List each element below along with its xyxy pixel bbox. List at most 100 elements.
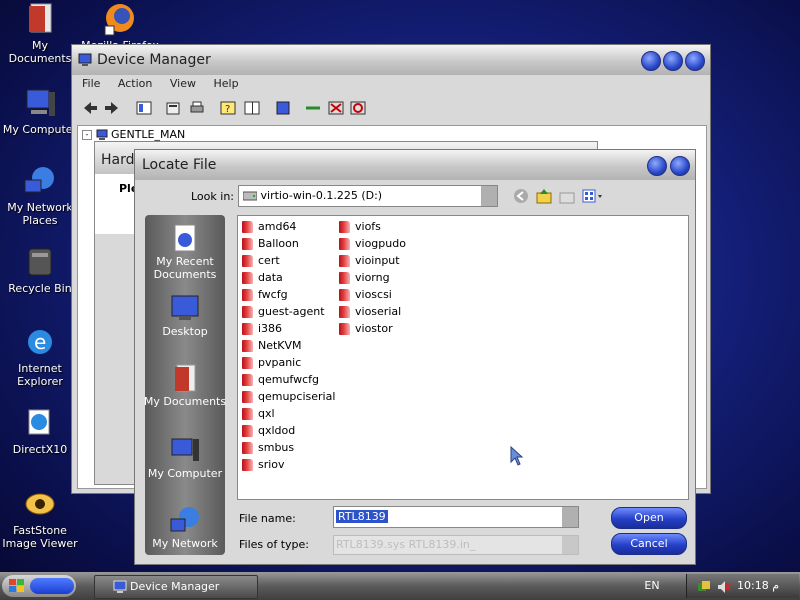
folder-label: i386: [258, 322, 283, 335]
folder-item[interactable]: qemupciserial: [242, 388, 335, 405]
folder-item[interactable]: sriov: [242, 456, 335, 473]
desktop-icon-recycle-bin[interactable]: Recycle Bin: [0, 245, 80, 295]
language-indicator[interactable]: EN: [637, 576, 667, 596]
folder-icon: [242, 289, 253, 301]
open-button[interactable]: Open: [611, 507, 687, 529]
folder-item[interactable]: smbus: [242, 439, 335, 456]
folder-icon: [339, 323, 350, 335]
folder-item[interactable]: Balloon: [242, 235, 335, 252]
menu-file[interactable]: File: [82, 77, 100, 90]
folder-item[interactable]: viogpudo: [339, 235, 406, 252]
desktop-icon-network-places[interactable]: My Network Places: [0, 164, 80, 227]
locate-file-titlebar[interactable]: Locate File: [135, 150, 695, 180]
chevron-down-icon[interactable]: [562, 507, 578, 527]
place-desktop[interactable]: Desktop: [135, 293, 235, 338]
volume-muted-icon[interactable]: [717, 580, 731, 594]
mouse-cursor-icon: [510, 446, 524, 466]
network-tray-icon[interactable]: [697, 580, 711, 594]
folder-icon: [242, 425, 253, 437]
desktop-icon-my-documents[interactable]: My Documents: [0, 2, 80, 65]
my-documents-icon: [169, 363, 201, 393]
desktop-icon-internet-explorer[interactable]: e Internet Explorer: [0, 325, 80, 388]
collapse-icon[interactable]: -: [82, 130, 92, 140]
desktop-icon-directx10[interactable]: DirectX10: [0, 406, 80, 456]
folder-label: NetKVM: [258, 339, 302, 352]
desktop-icon-my-computer[interactable]: My Computer: [0, 86, 80, 136]
faststone-icon: [23, 487, 57, 521]
folder-item[interactable]: NetKVM: [242, 337, 335, 354]
folder-item[interactable]: pvpanic: [242, 354, 335, 371]
desktop-icon-faststone[interactable]: FastStone Image Viewer: [0, 487, 80, 550]
start-button[interactable]: [2, 575, 76, 597]
look-in-value: virtio-win-0.1.225 (D:): [260, 189, 383, 202]
folder-label: vioscsi: [355, 288, 392, 301]
folder-item[interactable]: qxl: [242, 405, 335, 422]
folder-label: vioinput: [355, 254, 400, 267]
properties-icon[interactable]: [166, 101, 182, 115]
look-in-label: Look in:: [191, 190, 234, 203]
folder-item[interactable]: viorng: [339, 269, 406, 286]
folder-item[interactable]: viostor: [339, 320, 406, 337]
place-my-network[interactable]: My Network: [135, 505, 235, 550]
folder-icon: [242, 408, 253, 420]
folder-item[interactable]: vioserial: [339, 303, 406, 320]
folder-label: data: [258, 271, 283, 284]
folder-item[interactable]: amd64: [242, 218, 335, 235]
menu-action[interactable]: Action: [118, 77, 152, 90]
folder-item[interactable]: qxldod: [242, 422, 335, 439]
folder-item[interactable]: viofs: [339, 218, 406, 235]
disable-device-icon[interactable]: [350, 101, 366, 115]
view-icon[interactable]: [244, 101, 260, 115]
file-name-input[interactable]: RTL8139: [333, 506, 579, 528]
taskbar: Device Manager EN 10:18 م: [0, 572, 800, 600]
cancel-button[interactable]: Cancel: [611, 533, 687, 555]
folder-item[interactable]: i386: [242, 320, 335, 337]
back-arrow-icon[interactable]: [82, 101, 98, 115]
folder-item[interactable]: vioscsi: [339, 286, 406, 303]
place-my-documents[interactable]: My Documents: [135, 363, 235, 408]
chevron-down-icon[interactable]: [481, 186, 497, 206]
uninstall-icon[interactable]: [328, 101, 344, 115]
folder-item[interactable]: data: [242, 269, 335, 286]
menu-help[interactable]: Help: [213, 77, 238, 90]
back-icon[interactable]: [513, 188, 529, 204]
close-button[interactable]: [685, 51, 705, 71]
folder-icon: [242, 391, 253, 403]
taskbar-item-device-manager[interactable]: Device Manager: [94, 575, 258, 599]
firefox-icon: [103, 2, 137, 36]
computer-icon: [23, 86, 57, 120]
tree-node-root[interactable]: - GENTLE_MAN: [82, 128, 185, 141]
place-my-computer[interactable]: My Computer: [135, 435, 235, 480]
desktop-icon-label: My Documents: [8, 39, 72, 65]
chevron-down-icon: [562, 536, 578, 554]
print-icon[interactable]: [189, 101, 205, 115]
help-icon[interactable]: ?: [220, 101, 236, 115]
folder-item[interactable]: qemufwcfg: [242, 371, 335, 388]
place-recent-documents[interactable]: My Recent Documents: [135, 223, 235, 281]
folder-item[interactable]: fwcfg: [242, 286, 335, 303]
menu-view[interactable]: View: [170, 77, 196, 90]
show-hide-tree-icon[interactable]: [136, 101, 152, 115]
folder-item[interactable]: guest-agent: [242, 303, 335, 320]
scan-hardware-icon[interactable]: [275, 101, 291, 115]
folder-item[interactable]: vioinput: [339, 252, 406, 269]
update-driver-icon[interactable]: [305, 101, 321, 115]
new-folder-icon[interactable]: [559, 188, 575, 204]
desktop-icon: [169, 293, 201, 323]
help-button[interactable]: [647, 156, 667, 176]
folder-label: qemufwcfg: [258, 373, 320, 386]
look-in-dropdown[interactable]: virtio-win-0.1.225 (D:): [238, 185, 498, 207]
minimize-button[interactable]: [641, 51, 661, 71]
forward-arrow-icon[interactable]: [104, 101, 120, 115]
folder-item[interactable]: cert: [242, 252, 335, 269]
maximize-button[interactable]: [663, 51, 683, 71]
up-folder-icon[interactable]: [536, 188, 552, 204]
folder-icon: [242, 323, 253, 335]
directx-icon: [23, 406, 57, 440]
computer-node-icon: [96, 129, 107, 140]
places-bar: My Recent Documents Desktop My Documents…: [144, 215, 226, 555]
close-button[interactable]: [670, 156, 690, 176]
tree-root-label: GENTLE_MAN: [111, 128, 186, 141]
device-manager-titlebar[interactable]: Device Manager: [72, 45, 710, 75]
view-menu-icon[interactable]: [582, 188, 604, 204]
